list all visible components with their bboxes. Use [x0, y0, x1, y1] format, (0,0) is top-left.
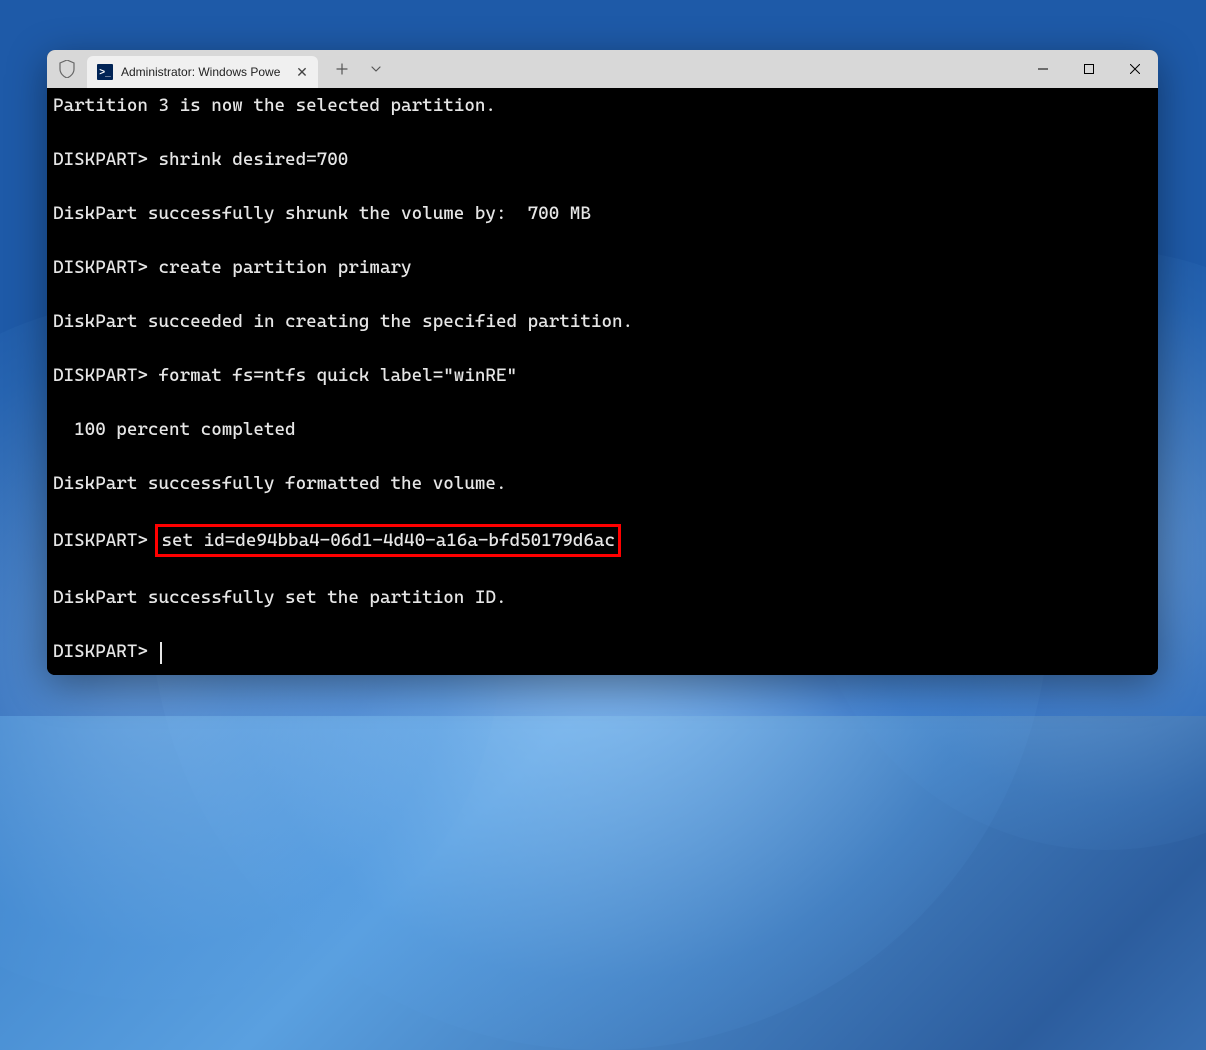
terminal-line: [53, 389, 1152, 416]
minimize-icon: [1038, 64, 1048, 74]
shield-icon: [59, 60, 75, 78]
terminal-cursor: [160, 642, 162, 664]
close-button[interactable]: [1112, 50, 1158, 88]
terminal-line: [53, 611, 1152, 638]
terminal-line: [53, 443, 1152, 470]
prompt-text: DISKPART>: [53, 530, 158, 551]
terminal-line: DiskPart succeeded in creating the speci…: [53, 308, 1152, 335]
new-tab-button[interactable]: [326, 55, 358, 83]
terminal-line: [53, 281, 1152, 308]
tab-dropdown-button[interactable]: [360, 55, 392, 83]
terminal-line-highlighted: DISKPART> set id=de94bba4-06d1-4d40-a16a…: [53, 524, 1152, 557]
powershell-icon: >_: [97, 64, 113, 80]
plus-icon: [336, 63, 348, 75]
admin-shield-icon: [47, 50, 87, 88]
terminal-line: DiskPart successfully formatted the volu…: [53, 470, 1152, 497]
terminal-line: Partition 3 is now the selected partitio…: [53, 92, 1152, 119]
terminal-line: [53, 173, 1152, 200]
terminal-line: DISKPART> create partition primary: [53, 254, 1152, 281]
terminal-line: DiskPart successfully set the partition …: [53, 584, 1152, 611]
prompt-text: DISKPART>: [53, 641, 158, 662]
tab-close-button[interactable]: ✕: [294, 64, 310, 80]
terminal-line: [53, 557, 1152, 584]
terminal-line: [53, 227, 1152, 254]
terminal-line: [53, 119, 1152, 146]
terminal-line: [53, 497, 1152, 524]
titlebar[interactable]: >_ Administrator: Windows Powe ✕: [47, 50, 1158, 88]
chevron-down-icon: [370, 63, 382, 75]
terminal-content[interactable]: Partition 3 is now the selected partitio…: [47, 88, 1158, 675]
terminal-line: 100 percent completed: [53, 416, 1152, 443]
terminal-line: DISKPART> format fs=ntfs quick label="wi…: [53, 362, 1152, 389]
terminal-line: DISKPART> shrink desired=700: [53, 146, 1152, 173]
window-controls: [1020, 50, 1158, 88]
minimize-button[interactable]: [1020, 50, 1066, 88]
terminal-line: DiskPart successfully shrunk the volume …: [53, 200, 1152, 227]
terminal-prompt-line: DISKPART>: [53, 638, 1152, 665]
titlebar-drag-area[interactable]: [392, 50, 1020, 88]
terminal-line: [53, 335, 1152, 362]
tab-toolbar: [318, 50, 392, 88]
terminal-tab[interactable]: >_ Administrator: Windows Powe ✕: [87, 56, 318, 88]
annotation-highlight-box: set id=de94bba4-06d1-4d40-a16a-bfd50179d…: [155, 524, 621, 557]
terminal-window: >_ Administrator: Windows Powe ✕ Part: [47, 50, 1158, 675]
close-icon: [1130, 64, 1140, 74]
maximize-button[interactable]: [1066, 50, 1112, 88]
tab-title: Administrator: Windows Powe: [121, 65, 286, 79]
maximize-icon: [1084, 64, 1094, 74]
